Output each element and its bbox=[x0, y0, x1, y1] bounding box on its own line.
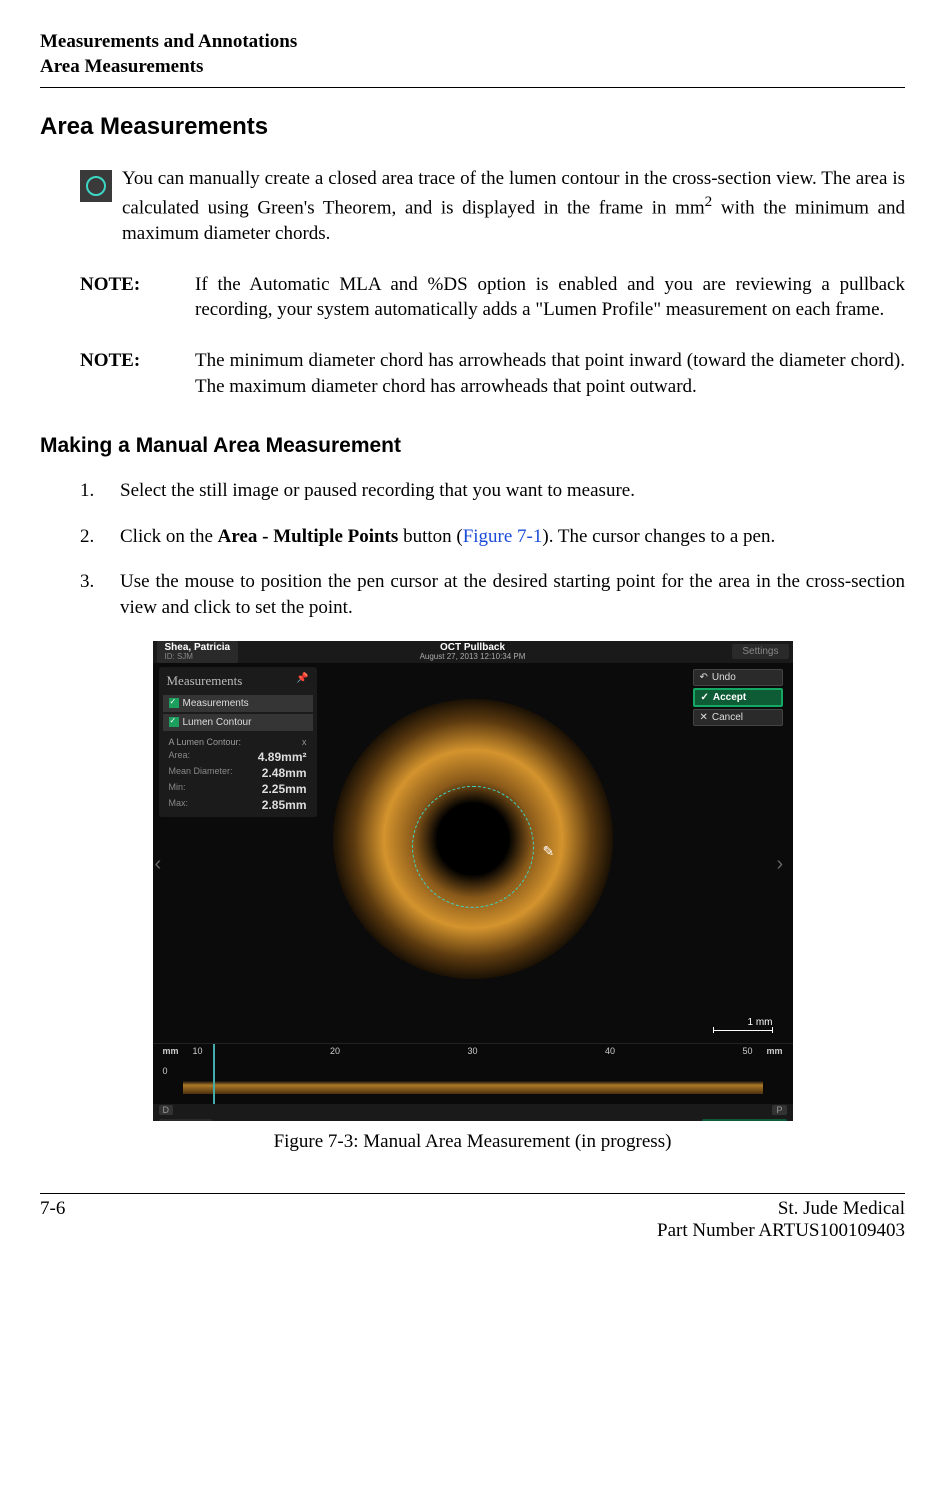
kv-area: Area: 4.89mm² bbox=[163, 749, 313, 765]
kv-mean: Mean Diameter: 2.48mm bbox=[163, 765, 313, 781]
undo-icon: ↶ bbox=[700, 672, 708, 683]
ss-topbar: Shea, Patricia ID: SJM OCT Pullback Augu… bbox=[153, 641, 793, 663]
measurements-toggle-label: Measurements bbox=[183, 698, 249, 709]
step-3: 3. Use the mouse to position the pen cur… bbox=[80, 569, 905, 620]
step-2-bold: Area - Multiple Points bbox=[218, 526, 399, 547]
step-number: 1. bbox=[80, 478, 120, 504]
header-line-1: Measurements and Annotations bbox=[40, 30, 905, 55]
recording-timestamp: August 27, 2013 12:10:34 PM bbox=[420, 653, 526, 661]
lumen-contour-group-label: A Lumen Contour: bbox=[169, 737, 242, 747]
note-body: The minimum diameter chord has arrowhead… bbox=[195, 348, 905, 399]
kv-value: 4.89mm² bbox=[258, 750, 307, 764]
action-buttons: ↶ Undo ✓ Accept ✕ Cancel bbox=[693, 669, 783, 726]
header-line-2: Area Measurements bbox=[40, 55, 905, 80]
scale-bar: 1 mm bbox=[713, 1017, 773, 1031]
undo-button[interactable]: ↶ Undo bbox=[693, 669, 783, 686]
footer-rule bbox=[40, 1193, 905, 1194]
check-icon bbox=[169, 698, 179, 708]
measurements-toggle[interactable]: Measurements bbox=[163, 695, 313, 712]
recording-title: OCT Pullback August 27, 2013 12:10:34 PM bbox=[420, 643, 526, 661]
note-1: NOTE: If the Automatic MLA and %DS optio… bbox=[80, 272, 905, 323]
check-icon bbox=[169, 717, 179, 727]
step-text: Select the still image or paused recordi… bbox=[120, 478, 905, 504]
kv-key: Min: bbox=[169, 782, 186, 796]
step-1: 1. Select the still image or paused reco… bbox=[80, 478, 905, 504]
lumen-contour-toggle[interactable]: Lumen Contour bbox=[163, 714, 313, 731]
figure-caption: Figure 7-3: Manual Area Measurement (in … bbox=[153, 1131, 793, 1153]
kv-min: Min: 2.25mm bbox=[163, 781, 313, 797]
screenshot-figure: Shea, Patricia ID: SJM OCT Pullback Augu… bbox=[153, 641, 793, 1121]
lv-ruler: 10 20 30 40 50 bbox=[153, 1046, 793, 1056]
lumen-contour-toggle-label: Lumen Contour bbox=[183, 717, 252, 728]
close-icon: ✕ bbox=[700, 712, 708, 723]
intro-paragraph: You can manually create a closed area tr… bbox=[122, 166, 905, 246]
lv-tick: 40 bbox=[605, 1046, 615, 1056]
page-number: 7-6 bbox=[40, 1198, 65, 1242]
proximal-label: P bbox=[772, 1105, 786, 1115]
lv-frame-marker[interactable] bbox=[213, 1044, 215, 1104]
nav-right-icon[interactable]: › bbox=[777, 853, 791, 883]
note-label: NOTE: bbox=[80, 348, 195, 399]
dp-row: D P bbox=[153, 1104, 793, 1116]
distal-label: D bbox=[159, 1105, 174, 1115]
step-text: Click on the Area - Multiple Points butt… bbox=[120, 524, 905, 550]
patient-info-button[interactable]: Shea, Patricia ID: SJM bbox=[157, 641, 239, 663]
lv-tick: 50 bbox=[742, 1046, 752, 1056]
kv-value: 2.48mm bbox=[262, 766, 307, 780]
footer-company: St. Jude Medical bbox=[657, 1198, 905, 1220]
section-title: Area Measurements bbox=[40, 113, 905, 141]
kv-value: 2.25mm bbox=[262, 782, 307, 796]
lv-zero: 0 bbox=[163, 1066, 168, 1076]
lv-tick: 10 bbox=[193, 1046, 203, 1056]
kv-key: Max: bbox=[169, 798, 189, 812]
cancel-button[interactable]: ✕ Cancel bbox=[693, 709, 783, 726]
step-2-pre: Click on the bbox=[120, 526, 218, 547]
header-rule bbox=[40, 87, 905, 88]
cross-section-view[interactable]: ✎ Measurements 📌 Measurements Lumen Cont… bbox=[153, 663, 793, 1043]
kv-max: Max: 2.85mm bbox=[163, 797, 313, 813]
step-number: 3. bbox=[80, 569, 120, 620]
scale-label: 1 mm bbox=[748, 1017, 773, 1028]
cancel-label: Cancel bbox=[712, 712, 743, 723]
pen-cursor-icon: ✎ bbox=[543, 843, 557, 857]
measurements-panel: Measurements 📌 Measurements Lumen Contou… bbox=[159, 667, 317, 817]
pin-icon[interactable]: 📌 bbox=[296, 673, 308, 689]
step-2: 2. Click on the Area - Multiple Points b… bbox=[80, 524, 905, 550]
step-2-mid: button ( bbox=[398, 526, 462, 547]
figure-reference-link[interactable]: Figure 7-1 bbox=[463, 526, 543, 547]
menu-button[interactable]: Menu bbox=[159, 1119, 212, 1121]
close-icon[interactable]: x bbox=[302, 737, 307, 747]
measurements-panel-title: Measurements bbox=[167, 673, 243, 689]
footer-part-number: Part Number ARTUS100109403 bbox=[657, 1220, 905, 1242]
kv-value: 2.85mm bbox=[262, 798, 307, 812]
undo-label: Undo bbox=[712, 672, 736, 683]
subsection-title: Making a Manual Area Measurement bbox=[40, 434, 905, 458]
settings-button[interactable]: Settings bbox=[732, 644, 788, 659]
bottom-bar: Menu ⌃ View ▾ Procedure ▾ ◀| ▶ |▶ End Re… bbox=[153, 1116, 793, 1121]
accept-button[interactable]: ✓ Accept bbox=[693, 688, 783, 707]
step-text: Use the mouse to position the pen cursor… bbox=[120, 569, 905, 620]
note-label: NOTE: bbox=[80, 272, 195, 323]
nav-left-icon[interactable]: ‹ bbox=[155, 853, 169, 883]
note-body: If the Automatic MLA and %DS option is e… bbox=[195, 272, 905, 323]
patient-id: ID: SJM bbox=[165, 653, 231, 661]
lv-tick: 20 bbox=[330, 1046, 340, 1056]
area-tool-icon bbox=[80, 170, 112, 202]
step-number: 2. bbox=[80, 524, 120, 550]
check-icon: ✓ bbox=[701, 692, 709, 703]
lumen-trace-outline[interactable] bbox=[412, 786, 534, 908]
lv-tick: 30 bbox=[467, 1046, 477, 1056]
footer: 7-6 St. Jude Medical Part Number ARTUS10… bbox=[40, 1198, 905, 1242]
new-recording-button[interactable]: New Recording bbox=[702, 1119, 786, 1121]
kv-key: Mean Diameter: bbox=[169, 766, 233, 780]
kv-key: Area: bbox=[169, 750, 191, 764]
lv-image bbox=[183, 1072, 763, 1094]
step-2-post: ). The cursor changes to a pen. bbox=[542, 526, 775, 547]
longitudinal-view[interactable]: mm mm 10 20 30 40 50 0 bbox=[153, 1043, 793, 1104]
scale-bar-line bbox=[713, 1030, 773, 1031]
note-2: NOTE: The minimum diameter chord has arr… bbox=[80, 348, 905, 399]
accept-label: Accept bbox=[713, 692, 746, 703]
